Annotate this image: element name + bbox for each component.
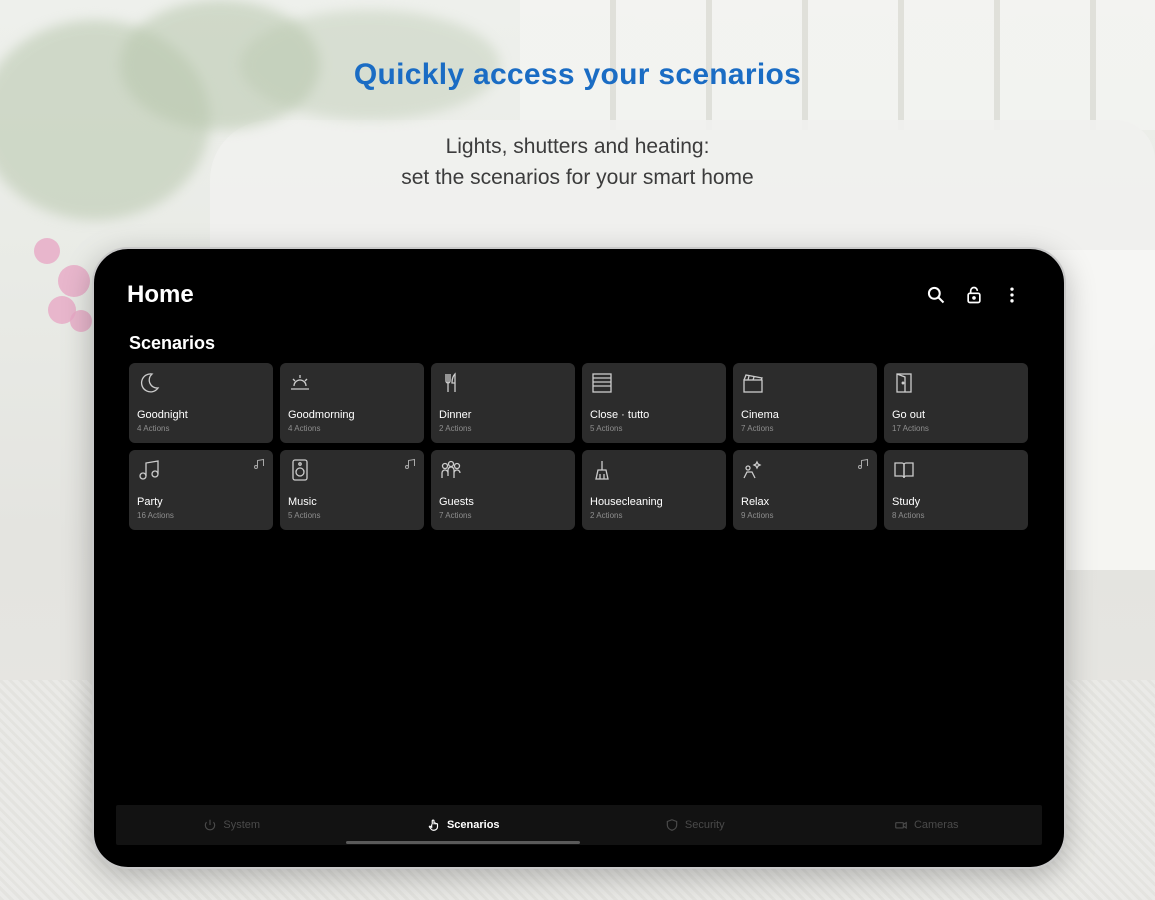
book-icon bbox=[892, 458, 916, 482]
nav-item-security[interactable]: Security bbox=[579, 805, 811, 845]
scenario-action-count: 9 Actions bbox=[741, 511, 774, 520]
scenario-tile[interactable]: Go out 17 Actions bbox=[884, 363, 1028, 443]
music-note-icon bbox=[137, 458, 161, 482]
scenario-tile[interactable]: Party 16 Actions bbox=[129, 450, 273, 530]
scenario-tile[interactable]: Dinner 2 Actions bbox=[431, 363, 575, 443]
sunrise-icon bbox=[288, 371, 312, 395]
search-icon[interactable] bbox=[924, 283, 948, 307]
nav-label: Scenarios bbox=[446, 819, 500, 831]
speaker-icon bbox=[288, 458, 312, 482]
scenario-name: Housecleaning bbox=[590, 496, 663, 508]
page-title: Home bbox=[127, 281, 194, 308]
scenario-action-count: 2 Actions bbox=[590, 511, 623, 520]
relax-icon bbox=[741, 458, 765, 482]
camera-icon bbox=[895, 821, 907, 829]
music-badge-icon bbox=[253, 457, 265, 469]
cutlery-icon bbox=[439, 371, 463, 395]
scenario-action-count: 7 Actions bbox=[741, 424, 774, 433]
promo-headline: Quickly access your scenarios bbox=[353, 58, 802, 91]
nav-item-cameras[interactable]: Cameras bbox=[811, 805, 1043, 845]
door-icon bbox=[892, 371, 916, 395]
nav-label: Cameras bbox=[913, 819, 959, 831]
scenario-action-count: 16 Actions bbox=[137, 511, 174, 520]
scenario-name: Close · tutto bbox=[590, 409, 650, 421]
scenario-name: Go out bbox=[892, 409, 926, 421]
scenario-tile[interactable]: Relax 9 Actions bbox=[733, 450, 877, 530]
scenario-name: Party bbox=[137, 496, 163, 508]
scenario-name: Guests bbox=[439, 496, 474, 508]
scenario-action-count: 17 Actions bbox=[892, 424, 929, 433]
lock-icon[interactable] bbox=[962, 283, 986, 307]
scenario-name: Relax bbox=[741, 496, 770, 508]
section-title: Scenarios bbox=[129, 333, 216, 353]
scenario-tile[interactable]: Housecleaning 2 Actions bbox=[582, 450, 726, 530]
nav-label: System bbox=[223, 819, 261, 831]
shutter-icon bbox=[590, 371, 614, 395]
clapperboard-icon bbox=[741, 371, 765, 395]
nav-item-system[interactable]: System bbox=[116, 805, 348, 845]
scenario-action-count: 4 Actions bbox=[288, 424, 321, 433]
music-badge-icon bbox=[857, 457, 869, 469]
scenario-name: Study bbox=[892, 496, 921, 508]
background-flower bbox=[58, 265, 90, 297]
cleaning-icon bbox=[590, 458, 614, 482]
bottom-navigation: System Scenarios Security Cameras bbox=[116, 805, 1042, 845]
scenario-action-count: 2 Actions bbox=[439, 424, 472, 433]
scenario-action-count: 5 Actions bbox=[288, 511, 321, 520]
scenario-action-count: 8 Actions bbox=[892, 511, 925, 520]
background-flower bbox=[70, 310, 92, 332]
scenario-tile[interactable]: Goodmorning 4 Actions bbox=[280, 363, 424, 443]
moon-icon bbox=[137, 371, 161, 395]
scenario-name: Dinner bbox=[439, 409, 472, 421]
music-badge-icon bbox=[404, 457, 416, 469]
home-indicator bbox=[346, 841, 580, 844]
app-bar-actions bbox=[924, 283, 1024, 307]
promo-subline: Lights, shutters and heating: bbox=[445, 135, 710, 158]
scenario-action-count: 7 Actions bbox=[439, 511, 472, 520]
background-flower bbox=[34, 238, 60, 264]
scenario-tile[interactable]: Guests 7 Actions bbox=[431, 450, 575, 530]
nav-label: Security bbox=[684, 819, 725, 831]
scenario-tile[interactable]: Goodnight 4 Actions bbox=[129, 363, 273, 443]
scenario-name: Goodnight bbox=[137, 409, 188, 421]
promo-subline: set the scenarios for your smart home bbox=[401, 166, 754, 189]
touch-icon bbox=[428, 819, 439, 831]
scenario-tile[interactable]: Cinema 7 Actions bbox=[733, 363, 877, 443]
tablet-frame: Home Scenarios Goodnight 4 Actions Goodm… bbox=[92, 247, 1066, 869]
scenario-tile[interactable]: Close · tutto 5 Actions bbox=[582, 363, 726, 443]
shield-icon bbox=[666, 819, 678, 831]
scenario-tile[interactable]: Music 5 Actions bbox=[280, 450, 424, 530]
scenario-name: Music bbox=[288, 496, 317, 508]
scenario-action-count: 4 Actions bbox=[137, 424, 170, 433]
scenario-name: Goodmorning bbox=[288, 409, 355, 421]
scenario-tile[interactable]: Study 8 Actions bbox=[884, 450, 1028, 530]
scenario-action-count: 5 Actions bbox=[590, 424, 623, 433]
scenario-grid: Goodnight 4 Actions Goodmorning 4 Action… bbox=[129, 363, 1028, 530]
people-icon bbox=[439, 458, 463, 482]
more-vert-icon[interactable] bbox=[1000, 283, 1024, 307]
nav-item-scenarios[interactable]: Scenarios bbox=[348, 805, 580, 845]
power-icon bbox=[205, 819, 216, 831]
scenario-name: Cinema bbox=[741, 409, 779, 421]
